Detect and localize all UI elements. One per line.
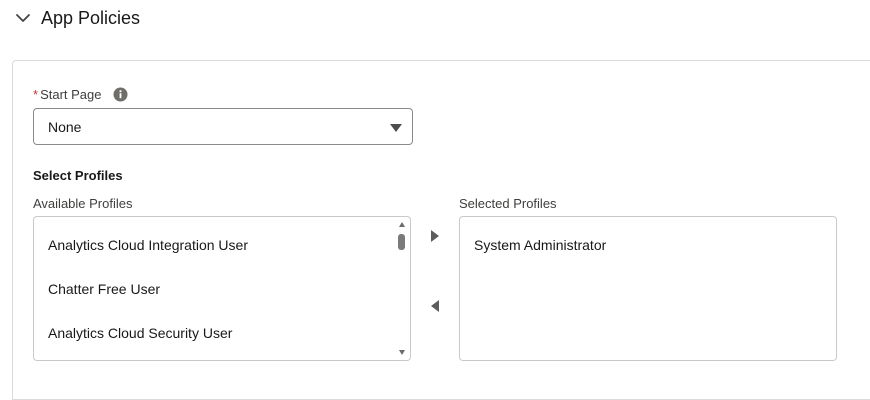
available-profiles-label: Available Profiles: [33, 196, 133, 211]
list-item[interactable]: Analytics Cloud Integration User: [48, 237, 248, 253]
move-left-icon: [431, 300, 439, 312]
chevron-down-icon: [14, 9, 32, 27]
start-page-select[interactable]: None: [33, 108, 413, 145]
list-item[interactable]: System Administrator: [474, 237, 606, 253]
required-marker: *: [33, 87, 39, 102]
list-item[interactable]: Analytics Cloud Security User: [48, 325, 232, 341]
move-right-icon: [431, 230, 439, 242]
scroll-down-icon[interactable]: [399, 350, 405, 355]
available-profiles-listbox[interactable]: Analytics Cloud Integration User Chatter…: [33, 216, 411, 361]
start-page-label-text: Start Page: [40, 87, 102, 102]
caret-down-icon: [390, 124, 402, 132]
info-icon[interactable]: [113, 87, 128, 102]
section-toggle[interactable]: App Policies: [14, 4, 140, 32]
move-to-available-button[interactable]: [426, 297, 444, 315]
scrollbar-thumb[interactable]: [398, 234, 405, 250]
section-title: App Policies: [41, 7, 141, 28]
start-page-selected-value: None: [48, 118, 82, 135]
scrollbar[interactable]: [395, 218, 409, 359]
start-page-label: * Start Page: [33, 87, 128, 102]
select-profiles-title: Select Profiles: [33, 168, 123, 183]
scroll-up-icon[interactable]: [399, 222, 405, 227]
move-to-selected-button[interactable]: [426, 227, 444, 245]
selected-profiles-label: Selected Profiles: [459, 196, 557, 211]
selected-profiles-listbox[interactable]: System Administrator: [459, 216, 837, 361]
list-item[interactable]: Chatter Free User: [48, 281, 160, 297]
